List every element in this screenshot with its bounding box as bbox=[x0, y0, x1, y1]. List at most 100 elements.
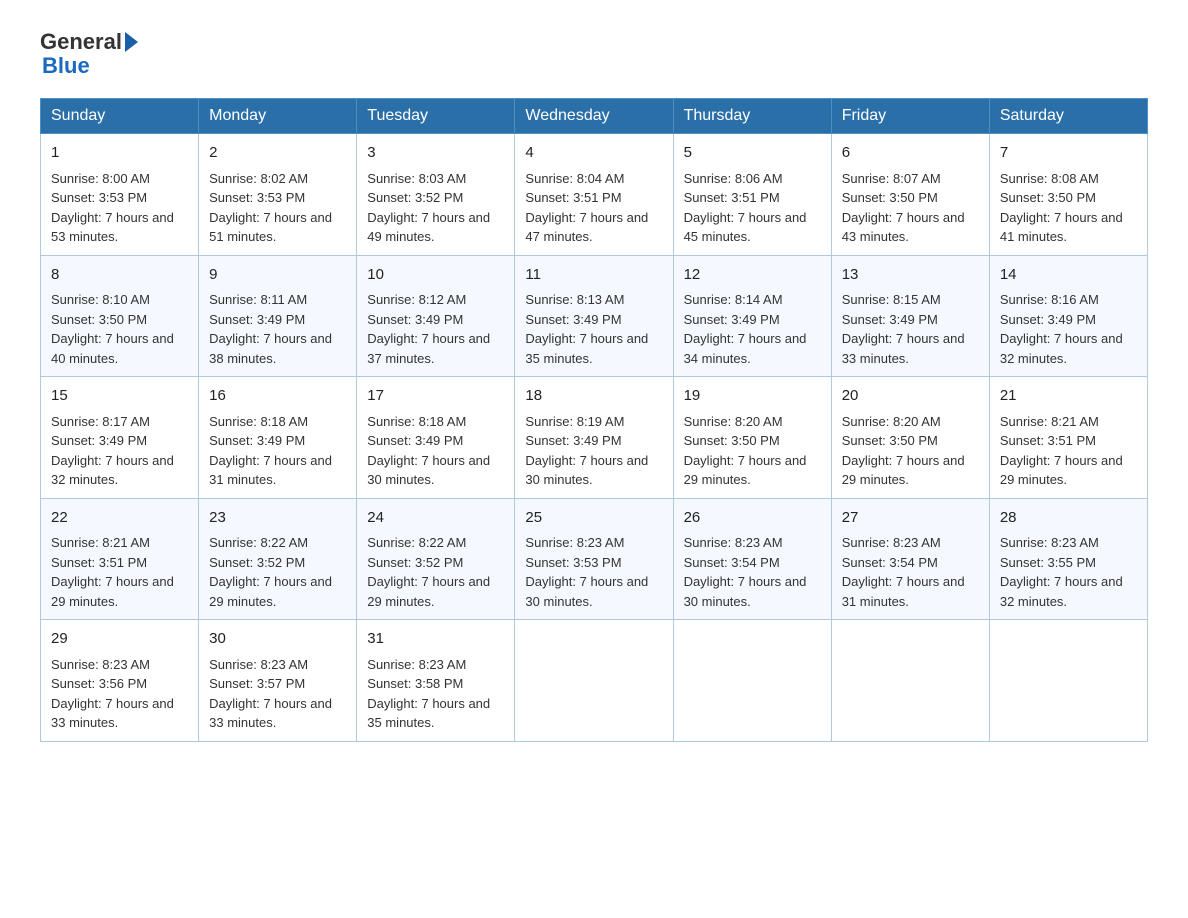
sunrise-info: Sunrise: 8:23 AM bbox=[842, 535, 941, 550]
sunrise-info: Sunrise: 8:12 AM bbox=[367, 292, 466, 307]
sunset-info: Sunset: 3:56 PM bbox=[51, 676, 147, 691]
daylight-info: Daylight: 7 hours and 30 minutes. bbox=[684, 574, 807, 609]
calendar-day-cell: 10 Sunrise: 8:12 AM Sunset: 3:49 PM Dayl… bbox=[357, 255, 515, 377]
day-number: 6 bbox=[842, 142, 979, 165]
calendar-day-cell: 25 Sunrise: 8:23 AM Sunset: 3:53 PM Dayl… bbox=[515, 498, 673, 620]
day-number: 23 bbox=[209, 507, 346, 530]
calendar-day-cell: 26 Sunrise: 8:23 AM Sunset: 3:54 PM Dayl… bbox=[673, 498, 831, 620]
sunrise-info: Sunrise: 8:07 AM bbox=[842, 171, 941, 186]
day-number: 28 bbox=[1000, 507, 1137, 530]
sunset-info: Sunset: 3:49 PM bbox=[1000, 312, 1096, 327]
day-number: 18 bbox=[525, 385, 662, 408]
sunset-info: Sunset: 3:49 PM bbox=[525, 312, 621, 327]
calendar-day-cell: 1 Sunrise: 8:00 AM Sunset: 3:53 PM Dayli… bbox=[41, 134, 199, 256]
sunset-info: Sunset: 3:50 PM bbox=[842, 433, 938, 448]
sunset-info: Sunset: 3:50 PM bbox=[684, 433, 780, 448]
day-number: 4 bbox=[525, 142, 662, 165]
calendar-week-row: 15 Sunrise: 8:17 AM Sunset: 3:49 PM Dayl… bbox=[41, 377, 1148, 499]
calendar-day-cell: 19 Sunrise: 8:20 AM Sunset: 3:50 PM Dayl… bbox=[673, 377, 831, 499]
sunset-info: Sunset: 3:52 PM bbox=[209, 555, 305, 570]
daylight-info: Daylight: 7 hours and 29 minutes. bbox=[209, 574, 332, 609]
calendar-day-cell bbox=[989, 620, 1147, 742]
day-number: 1 bbox=[51, 142, 188, 165]
sunrise-info: Sunrise: 8:03 AM bbox=[367, 171, 466, 186]
sunrise-info: Sunrise: 8:23 AM bbox=[1000, 535, 1099, 550]
calendar-day-cell: 9 Sunrise: 8:11 AM Sunset: 3:49 PM Dayli… bbox=[199, 255, 357, 377]
calendar-week-row: 8 Sunrise: 8:10 AM Sunset: 3:50 PM Dayli… bbox=[41, 255, 1148, 377]
day-number: 14 bbox=[1000, 264, 1137, 287]
day-of-week-header: Monday bbox=[199, 99, 357, 134]
sunrise-info: Sunrise: 8:00 AM bbox=[51, 171, 150, 186]
sunset-info: Sunset: 3:49 PM bbox=[367, 433, 463, 448]
daylight-info: Daylight: 7 hours and 32 minutes. bbox=[1000, 574, 1123, 609]
sunrise-info: Sunrise: 8:13 AM bbox=[525, 292, 624, 307]
calendar-day-cell bbox=[673, 620, 831, 742]
sunrise-info: Sunrise: 8:17 AM bbox=[51, 414, 150, 429]
calendar-day-cell: 28 Sunrise: 8:23 AM Sunset: 3:55 PM Dayl… bbox=[989, 498, 1147, 620]
sunset-info: Sunset: 3:49 PM bbox=[209, 433, 305, 448]
day-number: 19 bbox=[684, 385, 821, 408]
sunset-info: Sunset: 3:49 PM bbox=[684, 312, 780, 327]
day-of-week-header: Friday bbox=[831, 99, 989, 134]
sunrise-info: Sunrise: 8:14 AM bbox=[684, 292, 783, 307]
day-number: 22 bbox=[51, 507, 188, 530]
page-header: General Blue bbox=[40, 30, 1148, 78]
day-number: 27 bbox=[842, 507, 979, 530]
sunrise-info: Sunrise: 8:16 AM bbox=[1000, 292, 1099, 307]
sunset-info: Sunset: 3:49 PM bbox=[842, 312, 938, 327]
daylight-info: Daylight: 7 hours and 29 minutes. bbox=[684, 453, 807, 488]
daylight-info: Daylight: 7 hours and 33 minutes. bbox=[842, 331, 965, 366]
calendar-day-cell: 16 Sunrise: 8:18 AM Sunset: 3:49 PM Dayl… bbox=[199, 377, 357, 499]
day-number: 10 bbox=[367, 264, 504, 287]
sunset-info: Sunset: 3:51 PM bbox=[684, 190, 780, 205]
day-of-week-header: Tuesday bbox=[357, 99, 515, 134]
sunset-info: Sunset: 3:51 PM bbox=[525, 190, 621, 205]
calendar-day-cell: 30 Sunrise: 8:23 AM Sunset: 3:57 PM Dayl… bbox=[199, 620, 357, 742]
calendar-day-cell bbox=[831, 620, 989, 742]
calendar-day-cell: 13 Sunrise: 8:15 AM Sunset: 3:49 PM Dayl… bbox=[831, 255, 989, 377]
sunset-info: Sunset: 3:51 PM bbox=[51, 555, 147, 570]
sunset-info: Sunset: 3:50 PM bbox=[51, 312, 147, 327]
sunrise-info: Sunrise: 8:15 AM bbox=[842, 292, 941, 307]
sunset-info: Sunset: 3:53 PM bbox=[51, 190, 147, 205]
day-number: 7 bbox=[1000, 142, 1137, 165]
daylight-info: Daylight: 7 hours and 30 minutes. bbox=[525, 574, 648, 609]
calendar-header-row: SundayMondayTuesdayWednesdayThursdayFrid… bbox=[41, 99, 1148, 134]
sunrise-info: Sunrise: 8:23 AM bbox=[684, 535, 783, 550]
day-number: 5 bbox=[684, 142, 821, 165]
daylight-info: Daylight: 7 hours and 35 minutes. bbox=[367, 696, 490, 731]
calendar-day-cell: 18 Sunrise: 8:19 AM Sunset: 3:49 PM Dayl… bbox=[515, 377, 673, 499]
sunrise-info: Sunrise: 8:06 AM bbox=[684, 171, 783, 186]
day-number: 30 bbox=[209, 628, 346, 651]
sunrise-info: Sunrise: 8:04 AM bbox=[525, 171, 624, 186]
calendar-day-cell: 20 Sunrise: 8:20 AM Sunset: 3:50 PM Dayl… bbox=[831, 377, 989, 499]
sunrise-info: Sunrise: 8:21 AM bbox=[1000, 414, 1099, 429]
sunset-info: Sunset: 3:49 PM bbox=[51, 433, 147, 448]
calendar-day-cell: 2 Sunrise: 8:02 AM Sunset: 3:53 PM Dayli… bbox=[199, 134, 357, 256]
calendar-day-cell: 12 Sunrise: 8:14 AM Sunset: 3:49 PM Dayl… bbox=[673, 255, 831, 377]
sunrise-info: Sunrise: 8:21 AM bbox=[51, 535, 150, 550]
sunset-info: Sunset: 3:50 PM bbox=[842, 190, 938, 205]
sunset-info: Sunset: 3:57 PM bbox=[209, 676, 305, 691]
daylight-info: Daylight: 7 hours and 35 minutes. bbox=[525, 331, 648, 366]
logo-arrow-icon bbox=[125, 32, 138, 52]
calendar-day-cell bbox=[515, 620, 673, 742]
daylight-info: Daylight: 7 hours and 43 minutes. bbox=[842, 210, 965, 245]
daylight-info: Daylight: 7 hours and 31 minutes. bbox=[842, 574, 965, 609]
daylight-info: Daylight: 7 hours and 30 minutes. bbox=[367, 453, 490, 488]
sunset-info: Sunset: 3:49 PM bbox=[209, 312, 305, 327]
daylight-info: Daylight: 7 hours and 38 minutes. bbox=[209, 331, 332, 366]
calendar-day-cell: 24 Sunrise: 8:22 AM Sunset: 3:52 PM Dayl… bbox=[357, 498, 515, 620]
sunrise-info: Sunrise: 8:20 AM bbox=[684, 414, 783, 429]
day-number: 31 bbox=[367, 628, 504, 651]
sunset-info: Sunset: 3:52 PM bbox=[367, 555, 463, 570]
daylight-info: Daylight: 7 hours and 31 minutes. bbox=[209, 453, 332, 488]
sunset-info: Sunset: 3:49 PM bbox=[367, 312, 463, 327]
calendar-day-cell: 17 Sunrise: 8:18 AM Sunset: 3:49 PM Dayl… bbox=[357, 377, 515, 499]
sunset-info: Sunset: 3:53 PM bbox=[525, 555, 621, 570]
sunrise-info: Sunrise: 8:22 AM bbox=[367, 535, 466, 550]
day-number: 11 bbox=[525, 264, 662, 287]
calendar-day-cell: 21 Sunrise: 8:21 AM Sunset: 3:51 PM Dayl… bbox=[989, 377, 1147, 499]
calendar-day-cell: 29 Sunrise: 8:23 AM Sunset: 3:56 PM Dayl… bbox=[41, 620, 199, 742]
sunrise-info: Sunrise: 8:18 AM bbox=[367, 414, 466, 429]
